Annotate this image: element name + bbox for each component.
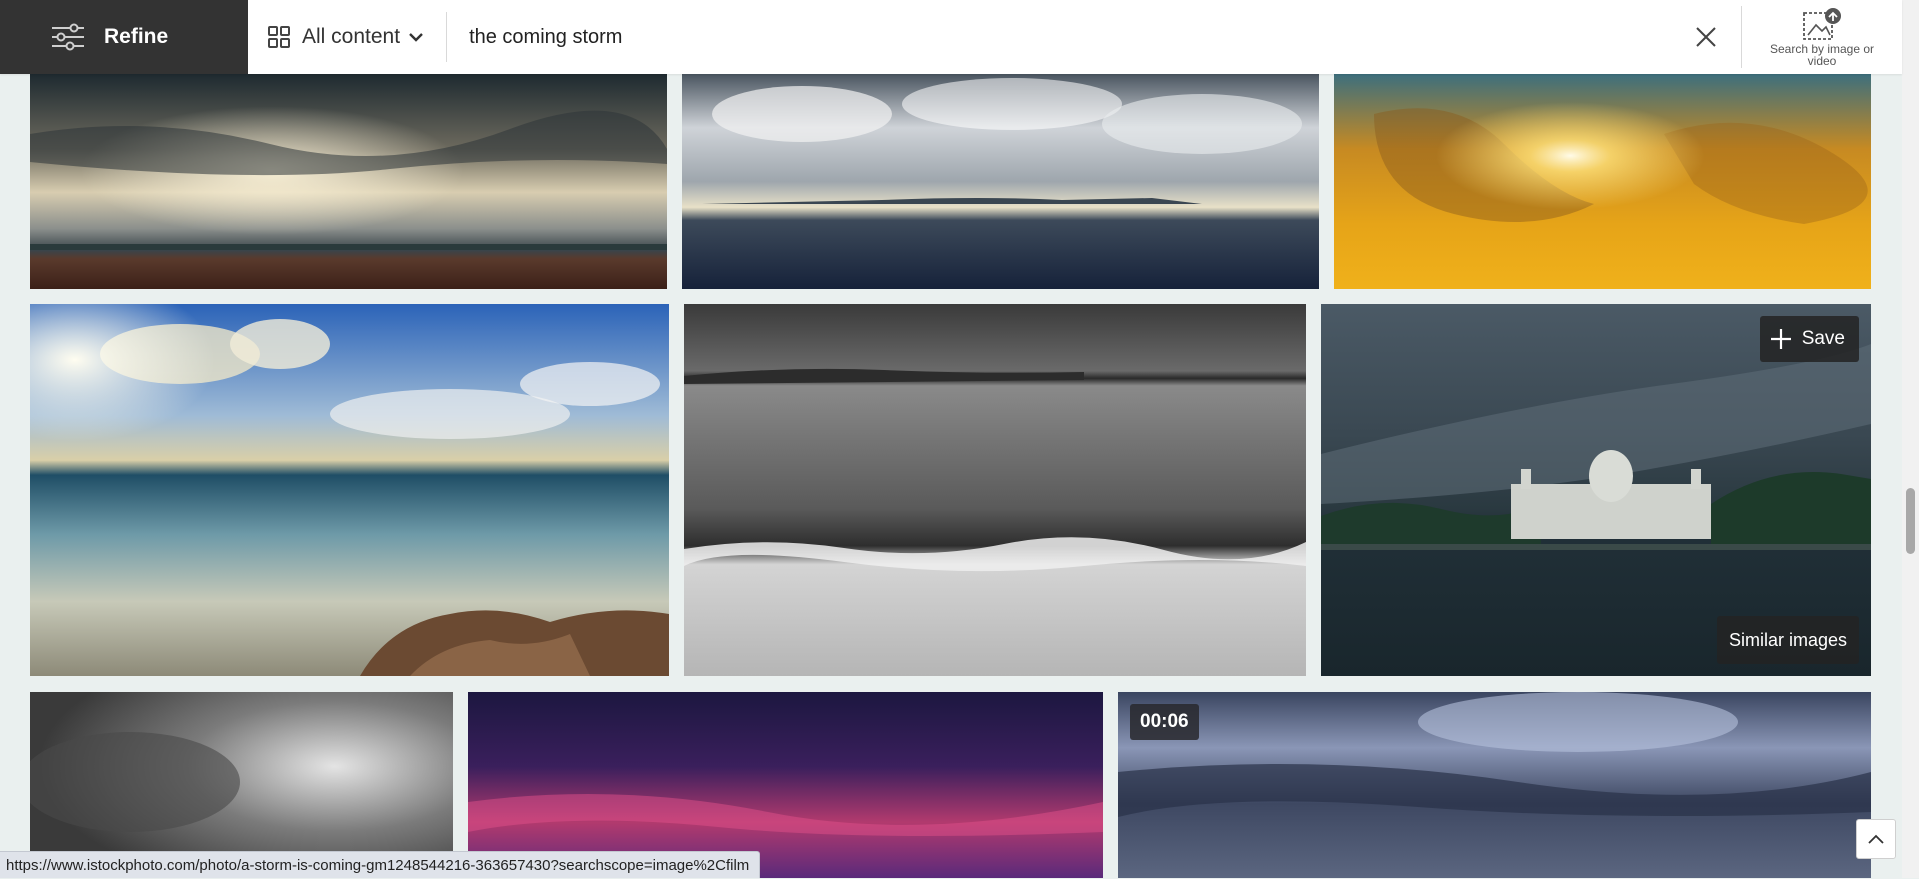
clear-search-button[interactable]	[1671, 0, 1741, 74]
search-input[interactable]	[447, 0, 1671, 74]
image-upload-icon	[1803, 8, 1841, 40]
chevron-down-icon	[409, 33, 423, 42]
similar-images-button[interactable]: Similar images	[1716, 616, 1859, 664]
video-storm-clouds	[1118, 692, 1871, 878]
image-tile-clouds-over-sea[interactable]	[682, 74, 1319, 289]
image-golden-sunset	[1334, 74, 1871, 289]
image-tile-sunny-beach[interactable]	[30, 304, 669, 676]
visual-search-button[interactable]: Search by image or video	[1741, 6, 1902, 68]
content-type-dropdown[interactable]: All content	[248, 12, 448, 62]
back-to-top-button[interactable]	[1856, 819, 1896, 859]
save-label: Save	[1801, 328, 1845, 349]
image-tile-golden-sunset[interactable]	[1334, 74, 1871, 289]
image-clouds-over-sea	[682, 74, 1319, 289]
refine-label: Refine	[104, 25, 169, 48]
scrollbar-thumb[interactable]	[1906, 488, 1915, 554]
image-tile-bw-waves[interactable]	[684, 304, 1306, 676]
visual-search-label: Search by image or video	[1769, 42, 1875, 68]
image-sunny-beach	[30, 304, 669, 676]
image-storm-clouds-field	[30, 74, 667, 289]
plus-icon	[1770, 329, 1791, 349]
close-icon	[1696, 27, 1716, 47]
save-button[interactable]: Save	[1759, 316, 1859, 362]
refine-button[interactable]: Refine	[0, 0, 248, 74]
image-tile-storm-clouds-field[interactable]	[30, 74, 667, 289]
grid-icon	[268, 26, 290, 48]
chevron-up-icon	[1868, 834, 1884, 844]
status-bar-url: https://www.istockphoto.com/photo/a-stor…	[0, 851, 761, 878]
page-scrollbar[interactable]	[1902, 0, 1919, 878]
content-type-label: All content	[302, 25, 401, 48]
video-duration-badge: 00:06	[1130, 704, 1199, 740]
video-tile-storm-clouds[interactable]: 00:06	[1118, 692, 1871, 878]
sliders-icon	[52, 23, 84, 51]
image-bw-waves	[684, 304, 1306, 676]
image-tile-palace-storm[interactable]: Save Similar images	[1321, 304, 1871, 676]
search-bar: Refine All content Search by image or vi…	[0, 0, 1902, 74]
